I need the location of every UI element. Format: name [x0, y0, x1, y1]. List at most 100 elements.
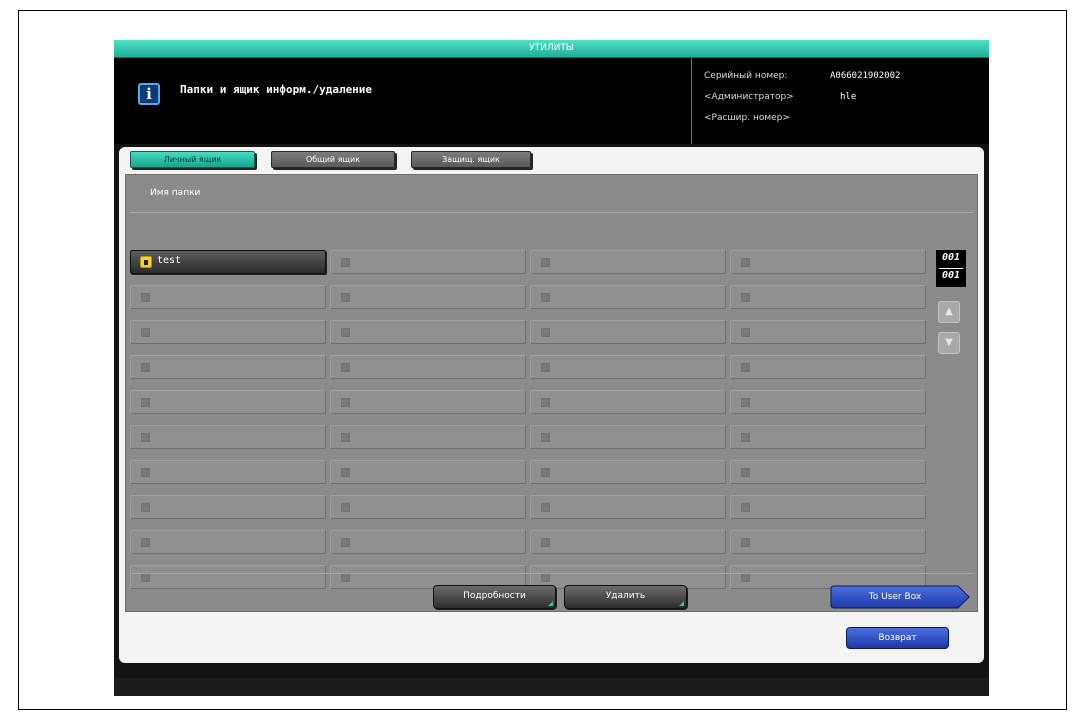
slot-marker — [741, 363, 750, 372]
slot-marker — [341, 538, 350, 547]
slot-marker — [541, 328, 550, 337]
empty-folder-slot — [730, 460, 926, 484]
folder-list-area: Имя папки test 001 001 ▲ ▼ Подробности У… — [125, 174, 978, 612]
tab-secure-box[interactable]: Защищ. ящик — [411, 151, 531, 168]
slot-marker — [341, 468, 350, 477]
ext-number-label: <Расшир. номер> — [704, 113, 790, 123]
empty-folder-slot — [130, 565, 326, 589]
slot-marker — [141, 433, 150, 442]
slot-marker — [541, 363, 550, 372]
status-bar — [114, 678, 989, 696]
slot-marker — [141, 328, 150, 337]
slot-marker — [141, 398, 150, 407]
scroll-down-button[interactable]: ▼ — [938, 332, 960, 354]
empty-folder-slot — [730, 285, 926, 309]
empty-folder-slot — [130, 460, 326, 484]
empty-folder-slot — [730, 250, 926, 274]
screen-title: Папки и ящик информ./удаление — [180, 83, 373, 96]
folder-button[interactable]: test — [130, 250, 326, 274]
page-current: 001 — [941, 252, 961, 263]
bottom-divider-line — [130, 573, 973, 574]
serial-value: A066021902002 — [830, 71, 901, 81]
slot-marker — [341, 503, 350, 512]
admin-value: hle — [840, 92, 857, 102]
admin-label: <Администратор> — [704, 92, 794, 102]
slot-marker — [541, 503, 550, 512]
empty-folder-slot — [330, 250, 526, 274]
slot-marker — [341, 433, 350, 442]
slot-marker — [141, 573, 150, 582]
empty-folder-slot — [530, 250, 726, 274]
empty-folder-slot — [530, 320, 726, 344]
slot-marker — [541, 573, 550, 582]
slot-marker — [741, 293, 750, 302]
main-panel: Личный ящик Общий ящик Защищ. ящик Имя п… — [119, 147, 984, 663]
page-total: 001 — [941, 270, 961, 281]
tab-public-box[interactable]: Общий ящик — [271, 151, 395, 168]
to-user-box-button[interactable]: To User Box — [830, 585, 970, 609]
folder-name: test — [157, 255, 182, 266]
empty-folder-slot — [730, 530, 926, 554]
header-divider-line — [130, 212, 973, 213]
slot-marker — [541, 538, 550, 547]
empty-folder-slot — [730, 495, 926, 519]
slot-marker — [741, 538, 750, 547]
empty-folder-slot — [330, 355, 526, 379]
slot-marker — [741, 398, 750, 407]
slot-marker — [341, 398, 350, 407]
slot-marker — [541, 468, 550, 477]
page-counter: 001 001 — [936, 250, 966, 287]
slot-marker — [741, 573, 750, 582]
empty-folder-slot — [530, 390, 726, 414]
empty-folder-slot — [330, 320, 526, 344]
empty-folder-slot — [330, 390, 526, 414]
scroll-up-button[interactable]: ▲ — [938, 301, 960, 323]
device-screen: УТИЛИТЫ i Папки и ящик информ./удаление … — [114, 40, 989, 696]
back-button[interactable]: Возврат — [846, 627, 949, 649]
slot-marker — [741, 328, 750, 337]
details-button[interactable]: Подробности — [433, 585, 556, 609]
slot-marker — [141, 538, 150, 547]
empty-folder-slot — [330, 425, 526, 449]
empty-folder-slot — [130, 320, 326, 344]
empty-folder-slot — [730, 320, 926, 344]
title-bar: УТИЛИТЫ — [114, 40, 989, 58]
serial-label: Серийный номер: — [704, 71, 788, 81]
slot-marker — [141, 363, 150, 372]
empty-folder-slot — [330, 285, 526, 309]
slot-marker — [341, 573, 350, 582]
empty-folder-slot — [130, 355, 326, 379]
empty-folder-slot — [730, 425, 926, 449]
column-header-folder-name: Имя папки — [150, 188, 201, 198]
slot-marker — [341, 293, 350, 302]
empty-folder-slot — [530, 495, 726, 519]
header: i Папки и ящик информ./удаление Серийный… — [114, 58, 989, 144]
empty-folder-slot — [130, 425, 326, 449]
slot-marker — [141, 293, 150, 302]
slot-marker — [541, 293, 550, 302]
page-divider — [939, 268, 963, 269]
slot-marker — [741, 503, 750, 512]
tab-personal-box[interactable]: Личный ящик — [130, 151, 255, 168]
slot-marker — [141, 468, 150, 477]
slot-marker — [741, 468, 750, 477]
header-divider — [691, 58, 692, 144]
empty-folder-slot — [530, 530, 726, 554]
slot-marker — [541, 258, 550, 267]
empty-folder-slot — [330, 495, 526, 519]
empty-folder-slot — [130, 285, 326, 309]
slot-marker — [541, 433, 550, 442]
empty-folder-slot — [530, 285, 726, 309]
slot-marker — [741, 258, 750, 267]
delete-button[interactable]: Удалить — [564, 585, 687, 609]
slot-marker — [541, 398, 550, 407]
slot-marker — [741, 433, 750, 442]
empty-folder-slot — [530, 460, 726, 484]
empty-folder-slot — [330, 460, 526, 484]
empty-folder-slot — [130, 390, 326, 414]
slot-marker — [341, 258, 350, 267]
info-icon: i — [138, 83, 160, 105]
lock-icon — [140, 256, 152, 268]
empty-folder-slot — [330, 530, 526, 554]
empty-folder-slot — [530, 355, 726, 379]
